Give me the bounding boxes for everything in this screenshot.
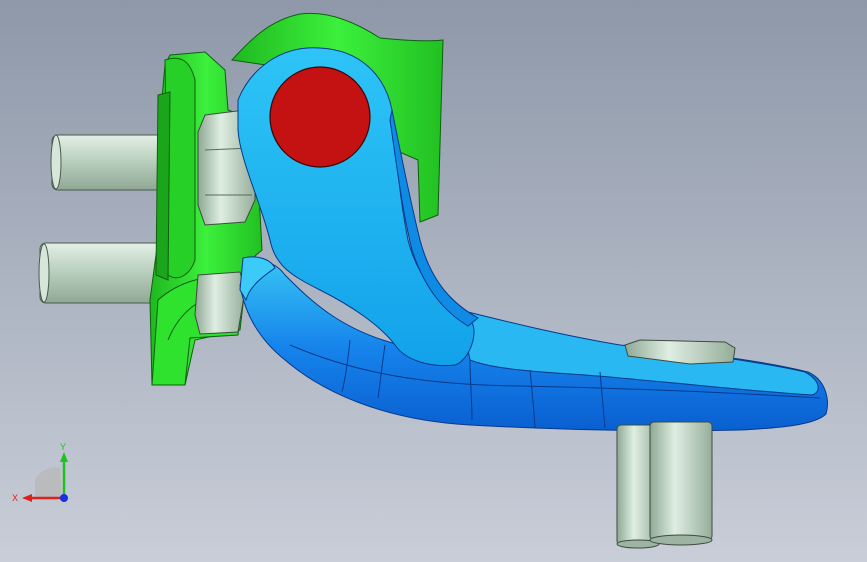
hex-nut-lower[interactable] xyxy=(194,271,246,335)
orientation-triad: Y X xyxy=(12,442,68,503)
pivot-pin[interactable] xyxy=(269,66,371,168)
bolt-lower-right-b[interactable] xyxy=(649,421,713,546)
z-axis-dot xyxy=(60,494,68,502)
x-axis-label: X xyxy=(12,493,18,503)
y-axis-label: Y xyxy=(60,442,66,452)
3d-model-viewport[interactable] xyxy=(0,0,867,562)
